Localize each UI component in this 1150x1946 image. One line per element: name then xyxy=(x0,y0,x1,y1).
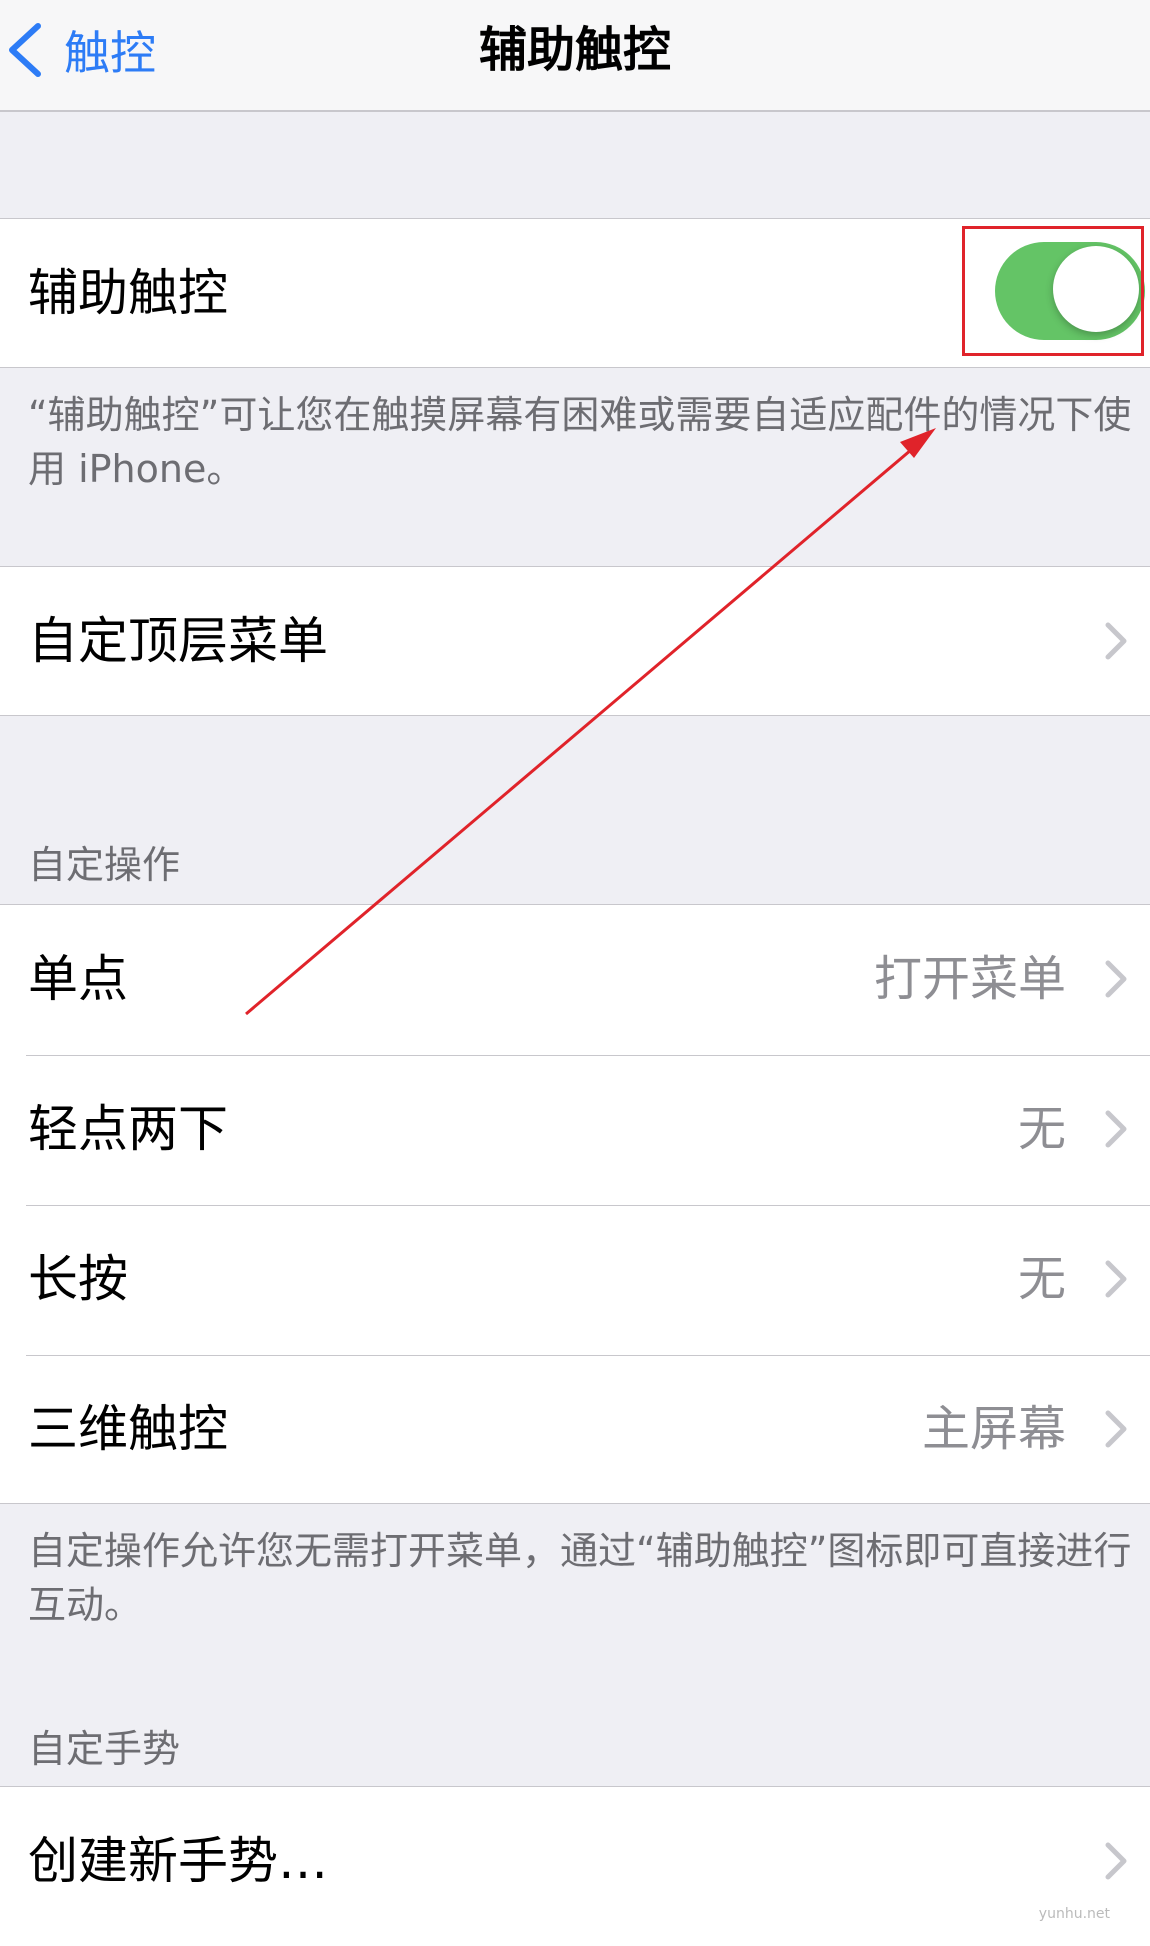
action-value: 打开菜单 xyxy=(873,951,1066,1007)
chevron-right-icon xyxy=(1105,1260,1127,1298)
customize-top-menu-row[interactable]: 自定顶层菜单 xyxy=(0,567,1150,715)
custom-gestures-group: 创建新手势… xyxy=(0,1786,1150,1946)
assistive-touch-label: 辅助触控 xyxy=(28,264,228,322)
custom-actions-footer: 自定操作允许您无需打开菜单，通过“辅助触控”图标即可直接进行互动。 xyxy=(28,1529,1132,1627)
page-title: 辅助触控 xyxy=(478,22,671,78)
custom-actions-group: 单点 打开菜单 轻点两下 无 长按 无 三维触控 主屏幕 xyxy=(0,904,1150,1504)
customize-top-menu-label: 自定顶层菜单 xyxy=(28,612,328,670)
action-value: 主屏幕 xyxy=(921,1401,1066,1457)
create-new-gesture-row[interactable]: 创建新手势… xyxy=(0,1787,1150,1935)
assistive-touch-description: “辅助触控”可让您在触摸屏幕有困难或需要自适应配件的情况下使用 iPhone。 xyxy=(28,393,1132,491)
action-row-single-tap[interactable]: 单点 打开菜单 xyxy=(0,905,1150,1056)
action-row-double-tap[interactable]: 轻点两下 无 xyxy=(0,1055,1150,1206)
custom-gestures-header: 自定手势 xyxy=(28,1727,181,1771)
chevron-right-icon xyxy=(1105,622,1127,660)
create-new-gesture-label: 创建新手势… xyxy=(28,1832,328,1890)
action-label: 长按 xyxy=(28,1250,128,1308)
action-row-3d-touch[interactable]: 三维触控 主屏幕 xyxy=(0,1355,1150,1503)
chevron-right-icon xyxy=(1105,960,1127,998)
chevron-right-icon xyxy=(1105,1410,1127,1448)
assistive-touch-group: 辅助触控 xyxy=(0,218,1150,368)
chevron-right-icon xyxy=(1105,1842,1127,1880)
navigation-bar: 触控 辅助触控 xyxy=(0,0,1150,112)
action-value: 无 xyxy=(1017,1251,1066,1307)
chevron-right-icon xyxy=(1105,1110,1127,1148)
action-row-long-press[interactable]: 长按 无 xyxy=(0,1205,1150,1356)
assistive-touch-row[interactable]: 辅助触控 xyxy=(0,219,1150,367)
assistive-touch-toggle[interactable] xyxy=(995,242,1145,340)
toggle-knob xyxy=(1053,246,1139,332)
top-menu-group: 自定顶层菜单 xyxy=(0,566,1150,716)
action-label: 三维触控 xyxy=(28,1400,228,1458)
custom-actions-header: 自定操作 xyxy=(28,843,181,887)
action-value: 无 xyxy=(1017,1101,1066,1157)
action-label: 单点 xyxy=(28,950,128,1008)
watermark: yunhu.net xyxy=(1038,1906,1110,1922)
action-label: 轻点两下 xyxy=(28,1100,228,1158)
